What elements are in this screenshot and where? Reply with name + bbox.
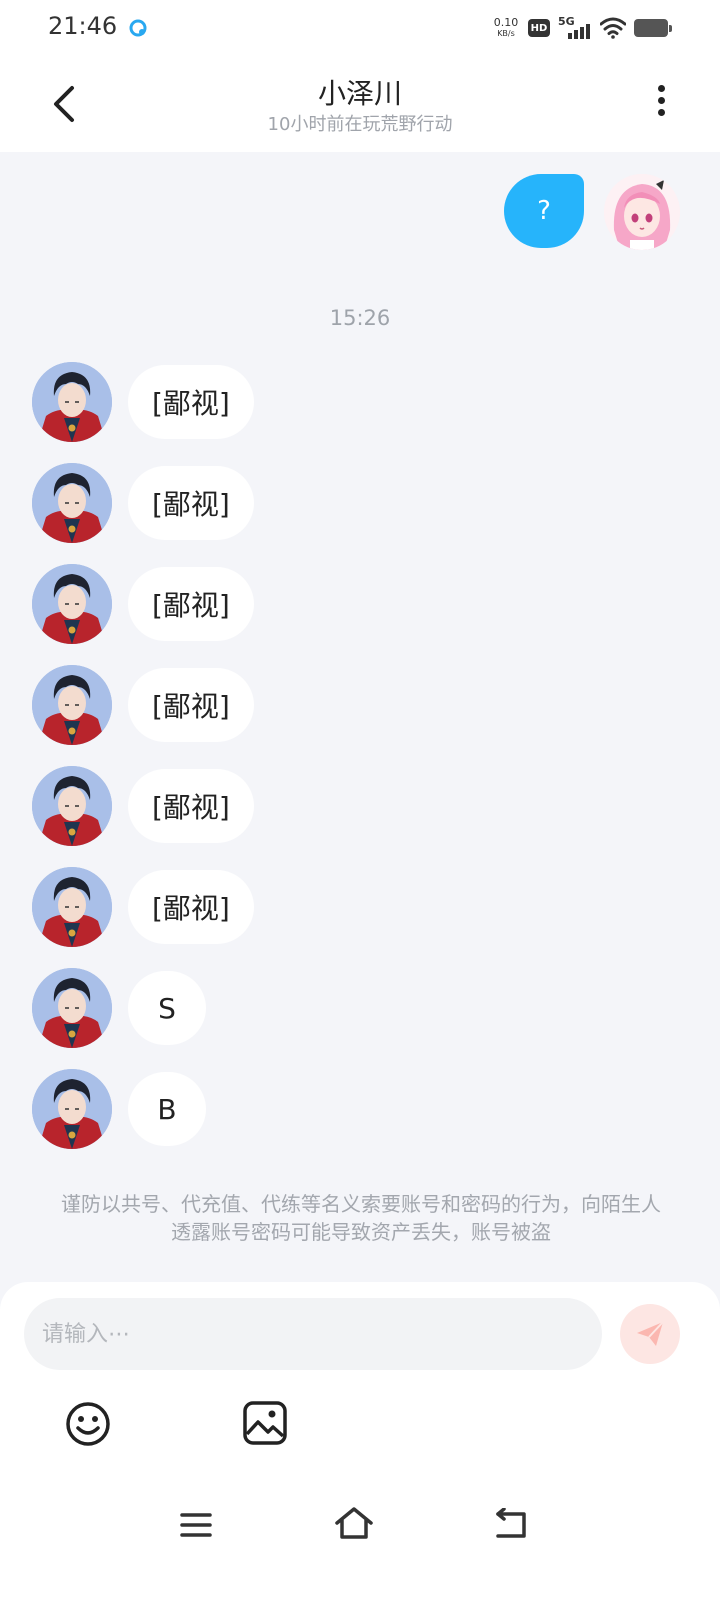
incoming-message: [鄙视] (32, 766, 254, 846)
contact-avatar[interactable] (32, 564, 112, 644)
contact-avatar[interactable] (32, 1069, 112, 1149)
smiley-icon[interactable] (64, 1400, 112, 1448)
menu-icon[interactable] (180, 1510, 212, 1540)
contact-avatar[interactable] (32, 766, 112, 846)
incoming-bubble[interactable]: [鄙视] (128, 567, 254, 641)
status-time: 21:46 (48, 12, 118, 40)
signal-icon: 5G (558, 15, 592, 41)
incoming-bubble[interactable]: S (128, 971, 206, 1045)
network-speed-unit: KB/s (497, 29, 515, 38)
home-icon[interactable] (334, 1506, 374, 1540)
browser-notification-icon (129, 19, 147, 37)
contact-avatar[interactable] (32, 968, 112, 1048)
incoming-message: [鄙视] (32, 463, 254, 543)
incoming-bubble[interactable]: [鄙视] (128, 870, 254, 944)
contact-name: 小泽川 (317, 77, 402, 110)
incoming-bubble[interactable]: [鄙视] (128, 365, 254, 439)
more-vertical-icon[interactable] (646, 80, 676, 128)
outgoing-bubble[interactable]: ? (504, 174, 584, 248)
message-list[interactable]: ? 15:26 [鄙视] [鄙视] [鄙视] [鄙视] [鄙视] [鄙视] S … (0, 152, 720, 1282)
incoming-bubble[interactable]: [鄙视] (128, 668, 254, 742)
status-indicators: 0.10 KB/s HD 5G (492, 14, 672, 42)
security-warning: 谨防以共号、代充值、代练等名义索要账号和密码的行为，向陌生人透露账号密码可能导致… (61, 1192, 661, 1244)
incoming-messages: [鄙视] [鄙视] [鄙视] [鄙视] [鄙视] [鄙视] S B (32, 362, 254, 1170)
contact-avatar[interactable] (32, 362, 112, 442)
incoming-message: [鄙视] (32, 564, 254, 644)
contact-avatar[interactable] (32, 665, 112, 745)
battery-icon (634, 19, 672, 37)
incoming-message: [鄙视] (32, 362, 254, 442)
system-nav-bar (0, 1490, 720, 1600)
paper-plane-icon (637, 1321, 664, 1346)
incoming-bubble[interactable]: B (128, 1072, 206, 1146)
message-input[interactable] (24, 1298, 602, 1370)
incoming-bubble[interactable]: [鄙视] (128, 769, 254, 843)
back-icon[interactable] (494, 1508, 528, 1540)
chat-header: 小泽川 10小时前在玩荒野行动 (0, 56, 720, 152)
incoming-message: [鄙视] (32, 867, 254, 947)
my-avatar[interactable] (604, 174, 680, 250)
send-button[interactable] (620, 1304, 680, 1364)
incoming-bubble[interactable]: [鄙视] (128, 466, 254, 540)
contact-avatar[interactable] (32, 463, 112, 543)
contact-status: 10小时前在玩荒野行动 (267, 114, 453, 135)
incoming-message: B (32, 1069, 254, 1149)
network-speed: 0.10 KB/s (492, 17, 520, 39)
contact-avatar[interactable] (32, 867, 112, 947)
incoming-message: S (32, 968, 254, 1048)
message-timestamp: 15:26 (329, 306, 391, 330)
incoming-message: [鄙视] (32, 665, 254, 745)
wifi-icon (600, 17, 626, 39)
status-bar: 21:46 0.10 KB/s HD 5G (0, 0, 720, 56)
outgoing-message: ? (504, 174, 680, 250)
image-icon[interactable] (242, 1400, 288, 1446)
hd-icon: HD (528, 19, 550, 37)
